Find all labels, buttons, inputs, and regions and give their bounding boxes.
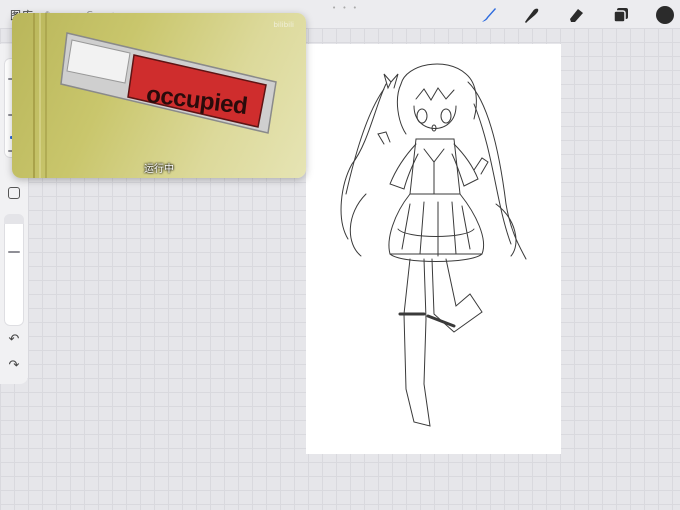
smudge-icon (525, 8, 539, 23)
line-art-sketch (340, 63, 527, 427)
video-watermark: bilibili (273, 21, 294, 29)
video-overlay[interactable]: occupied bilibili 运行中 (12, 13, 306, 178)
video-subtitle: 运行中 (144, 164, 174, 175)
undo-icon[interactable]: ↶ (6, 332, 22, 348)
layers-button[interactable] (610, 4, 632, 26)
eraser-icon (570, 9, 583, 22)
opacity-slider[interactable] (4, 214, 24, 326)
layers-icon (613, 8, 628, 23)
redo-icon[interactable]: ↷ (6, 358, 22, 374)
drag-handle[interactable]: • • • (332, 4, 359, 12)
brush-tool-button[interactable] (478, 4, 500, 26)
square-icon[interactable] (8, 187, 20, 199)
drawing-canvas[interactable] (306, 44, 561, 454)
eraser-tool-button[interactable] (565, 4, 587, 26)
color-swatch-icon (656, 6, 674, 24)
color-button[interactable] (654, 4, 676, 26)
smudge-tool-button[interactable] (521, 4, 543, 26)
brush-icon (482, 8, 496, 22)
